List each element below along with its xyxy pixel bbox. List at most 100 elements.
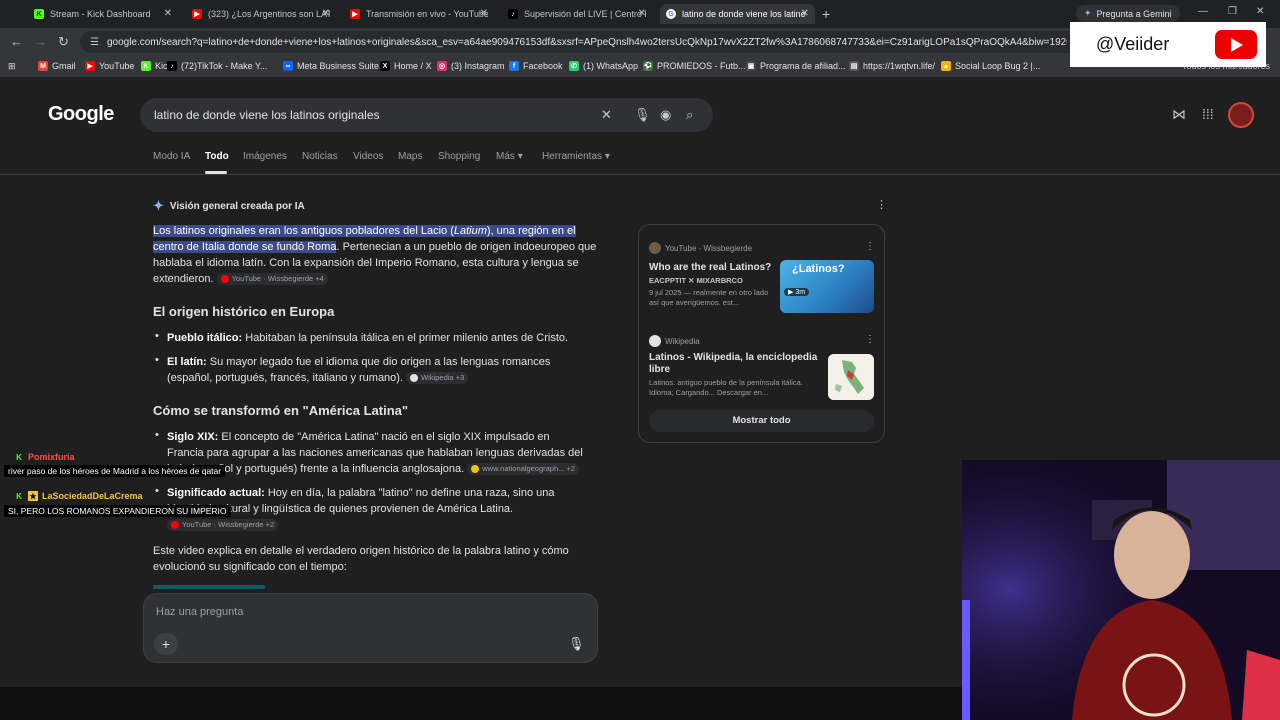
citation-chip[interactable]: www.nationalgeograph... +2 <box>467 463 580 476</box>
citation-chip[interactable]: Wikipedia +3 <box>406 372 469 385</box>
item-term: Siglo XIX: <box>167 431 219 443</box>
avatar[interactable] <box>1228 102 1254 128</box>
share-icon[interactable]: ⋈ <box>1172 106 1186 123</box>
gemini-label: Pregunta a Gemini <box>1096 8 1172 19</box>
citation-label: Wikipedia +3 <box>421 373 465 383</box>
search-input[interactable]: latino de donde viene los latinos origin… <box>154 108 380 122</box>
tab-herramientas[interactable]: Herramientas ▾ <box>542 151 610 162</box>
citation-label: YouTube · Wissbegierde +2 <box>182 520 275 530</box>
citation-chip[interactable]: YouTube · Wissbegierde +4 <box>216 273 328 286</box>
tab-google-search[interactable]: G latino de donde viene los latino ✕ <box>660 4 815 24</box>
mic-icon[interactable]: 🎙 <box>634 107 651 123</box>
chevron-down-icon: ▾ <box>517 151 523 162</box>
source-site: YouTube · Wissbegierde <box>649 242 752 254</box>
bookmark-item[interactable]: ▣ Programa de afiliad... <box>746 61 846 71</box>
thumbnail-text: ¿Latinos? <box>792 263 845 275</box>
tab-kick-dashboard[interactable]: K Stream - Kick Dashboard ✕ <box>28 4 178 24</box>
tab-todo[interactable]: Todo <box>205 151 229 162</box>
tab-imagenes[interactable]: Imágenes <box>243 151 287 162</box>
more-options-icon[interactable]: ⋮ <box>865 241 875 252</box>
gemini-button[interactable]: ✦ Pregunta a Gemini <box>1076 5 1180 22</box>
close-icon[interactable]: ✕ <box>164 8 172 19</box>
chat-user-label: Pomixfuria <box>28 452 75 462</box>
maximize-icon[interactable]: ❐ <box>1228 6 1237 17</box>
tab-videos[interactable]: Videos <box>353 151 383 162</box>
x-icon: X <box>380 61 390 71</box>
tab-noticias[interactable]: Noticias <box>302 151 338 162</box>
more-options-icon[interactable]: ⋮ <box>876 198 887 211</box>
source-channel: EACPPTIT ✕ MIXARBRCO <box>649 276 743 285</box>
video-embed-top[interactable] <box>153 585 265 589</box>
search-icon[interactable]: ⌕ <box>686 107 693 123</box>
citation-label: www.nationalgeograph... +2 <box>482 464 576 474</box>
bullet: • <box>155 485 159 497</box>
clear-icon[interactable]: ✕ <box>601 107 612 123</box>
promiedos-icon: ⚽ <box>643 61 653 71</box>
close-icon[interactable]: ✕ <box>322 8 330 19</box>
bookmark-item[interactable]: ✆ (1) WhatsApp <box>569 61 638 71</box>
source-title[interactable]: Latinos - Wikipedia, la enciclopedia lib… <box>649 352 819 376</box>
bookmark-item[interactable]: ▶ YouTube <box>85 61 134 71</box>
tab-tiktok-live[interactable]: ♪ Supervisión del LIVE | Centro LIV ✕ <box>502 4 652 24</box>
source-snippet: 9 jul 2025 — realmente en otro lado así … <box>649 288 769 307</box>
lens-icon[interactable]: ◉ <box>660 107 671 123</box>
site-info-icon[interactable]: ☰ <box>90 37 99 48</box>
tab-label: latino de donde viene los latino <box>682 9 806 19</box>
bookmark-item[interactable]: ♪ (72)TikTok - Make Y... <box>167 61 267 71</box>
new-tab-icon[interactable]: + <box>822 6 830 22</box>
bullet: • <box>155 330 159 342</box>
tab-modo-ia[interactable]: Modo IA <box>153 151 190 162</box>
citation-chip[interactable]: YouTube · Wissbegierde +2 <box>167 519 279 532</box>
back-icon[interactable]: ← <box>10 34 23 49</box>
sparkle-icon: ✦ <box>153 198 164 213</box>
google-logo[interactable]: Google <box>48 103 114 126</box>
tab-mas[interactable]: Más ▾ <box>496 151 523 162</box>
add-icon[interactable]: + <box>154 633 178 655</box>
map-thumbnail[interactable] <box>828 354 874 400</box>
minimize-icon[interactable]: — <box>1198 6 1208 17</box>
bookmark-item[interactable]: ▤ https://1wqtvn.life/ <box>849 61 935 71</box>
bookmark-item[interactable]: X Home / X <box>380 61 432 71</box>
close-icon[interactable]: ✕ <box>638 8 646 19</box>
instagram-icon: ◎ <box>437 61 447 71</box>
tiktok-icon: ♪ <box>167 61 177 71</box>
citation-label: YouTube · Wissbegierde +4 <box>231 274 324 284</box>
bookmark-item[interactable]: ◎ (3) Instagram <box>437 61 505 71</box>
item-text: Habitaban la península itálica en el pri… <box>242 332 569 344</box>
address-bar[interactable]: ☰ google.com/search?q=latino+de+donde+vi… <box>80 31 1080 53</box>
mic-icon[interactable]: 🎙 <box>568 636 585 652</box>
search-box[interactable]: latino de donde viene los latinos origin… <box>140 98 713 132</box>
youtube-icon: ▶ <box>192 9 202 19</box>
reload-icon[interactable]: ↻ <box>58 34 69 50</box>
bookmark-item[interactable]: ∞ Meta Business Suite <box>283 61 379 71</box>
video-intro-text: Este video explica en detalle el verdade… <box>153 545 569 573</box>
tab-shopping[interactable]: Shopping <box>438 151 480 162</box>
item-text: Su mayor legado fue el idioma que dio or… <box>167 356 551 384</box>
bookmark-item[interactable]: f Facebook <box>509 61 563 71</box>
bookmark-item[interactable]: ▲ Social Loop Bug 2 |... <box>941 61 1040 71</box>
video-thumbnail[interactable]: ¿Latinos? ▶ 3m <box>780 260 874 313</box>
source-title[interactable]: Who are the real Latinos? <box>649 262 774 274</box>
window-close-icon[interactable]: ✕ <box>1256 6 1264 17</box>
ask-followup-box[interactable]: Haz una pregunta + 🎙 <box>143 593 598 663</box>
gmail-icon: M <box>38 61 48 71</box>
bookmark-label: (3) Instagram <box>451 61 505 71</box>
tab-youtube-live[interactable]: ▶ Transmisión en vivo - YouTube ✕ <box>344 4 494 24</box>
bookmark-item[interactable]: M Gmail <box>38 61 76 71</box>
youtube-icon <box>171 521 179 530</box>
close-icon[interactable]: ✕ <box>480 8 488 19</box>
bookmark-item[interactable]: ⚽ PROMIEDOS - Futb... <box>643 61 746 71</box>
close-icon[interactable]: ✕ <box>801 8 809 19</box>
apps-grid-icon[interactable]: ⊞ <box>8 61 16 72</box>
tab-mas-label: Más <box>496 151 515 162</box>
forward-icon[interactable]: → <box>34 34 47 49</box>
google-apps-icon[interactable]: ⁞⁞⁞ <box>1202 106 1214 122</box>
tab-youtube-argentinos[interactable]: ▶ (323) ¿Los Argentinos son LATIN ✕ <box>186 4 336 24</box>
chat-message: SI, PERO LOS ROMANOS EXPANDIERON SU IMPE… <box>4 505 231 517</box>
bookmark-label: Social Loop Bug 2 |... <box>955 61 1041 71</box>
ask-input[interactable]: Haz una pregunta <box>156 606 243 618</box>
more-options-icon[interactable]: ⋮ <box>865 334 875 345</box>
kick-icon: K <box>34 9 44 19</box>
tab-maps[interactable]: Maps <box>398 151 422 162</box>
show-all-button[interactable]: Mostrar todo <box>649 410 874 432</box>
